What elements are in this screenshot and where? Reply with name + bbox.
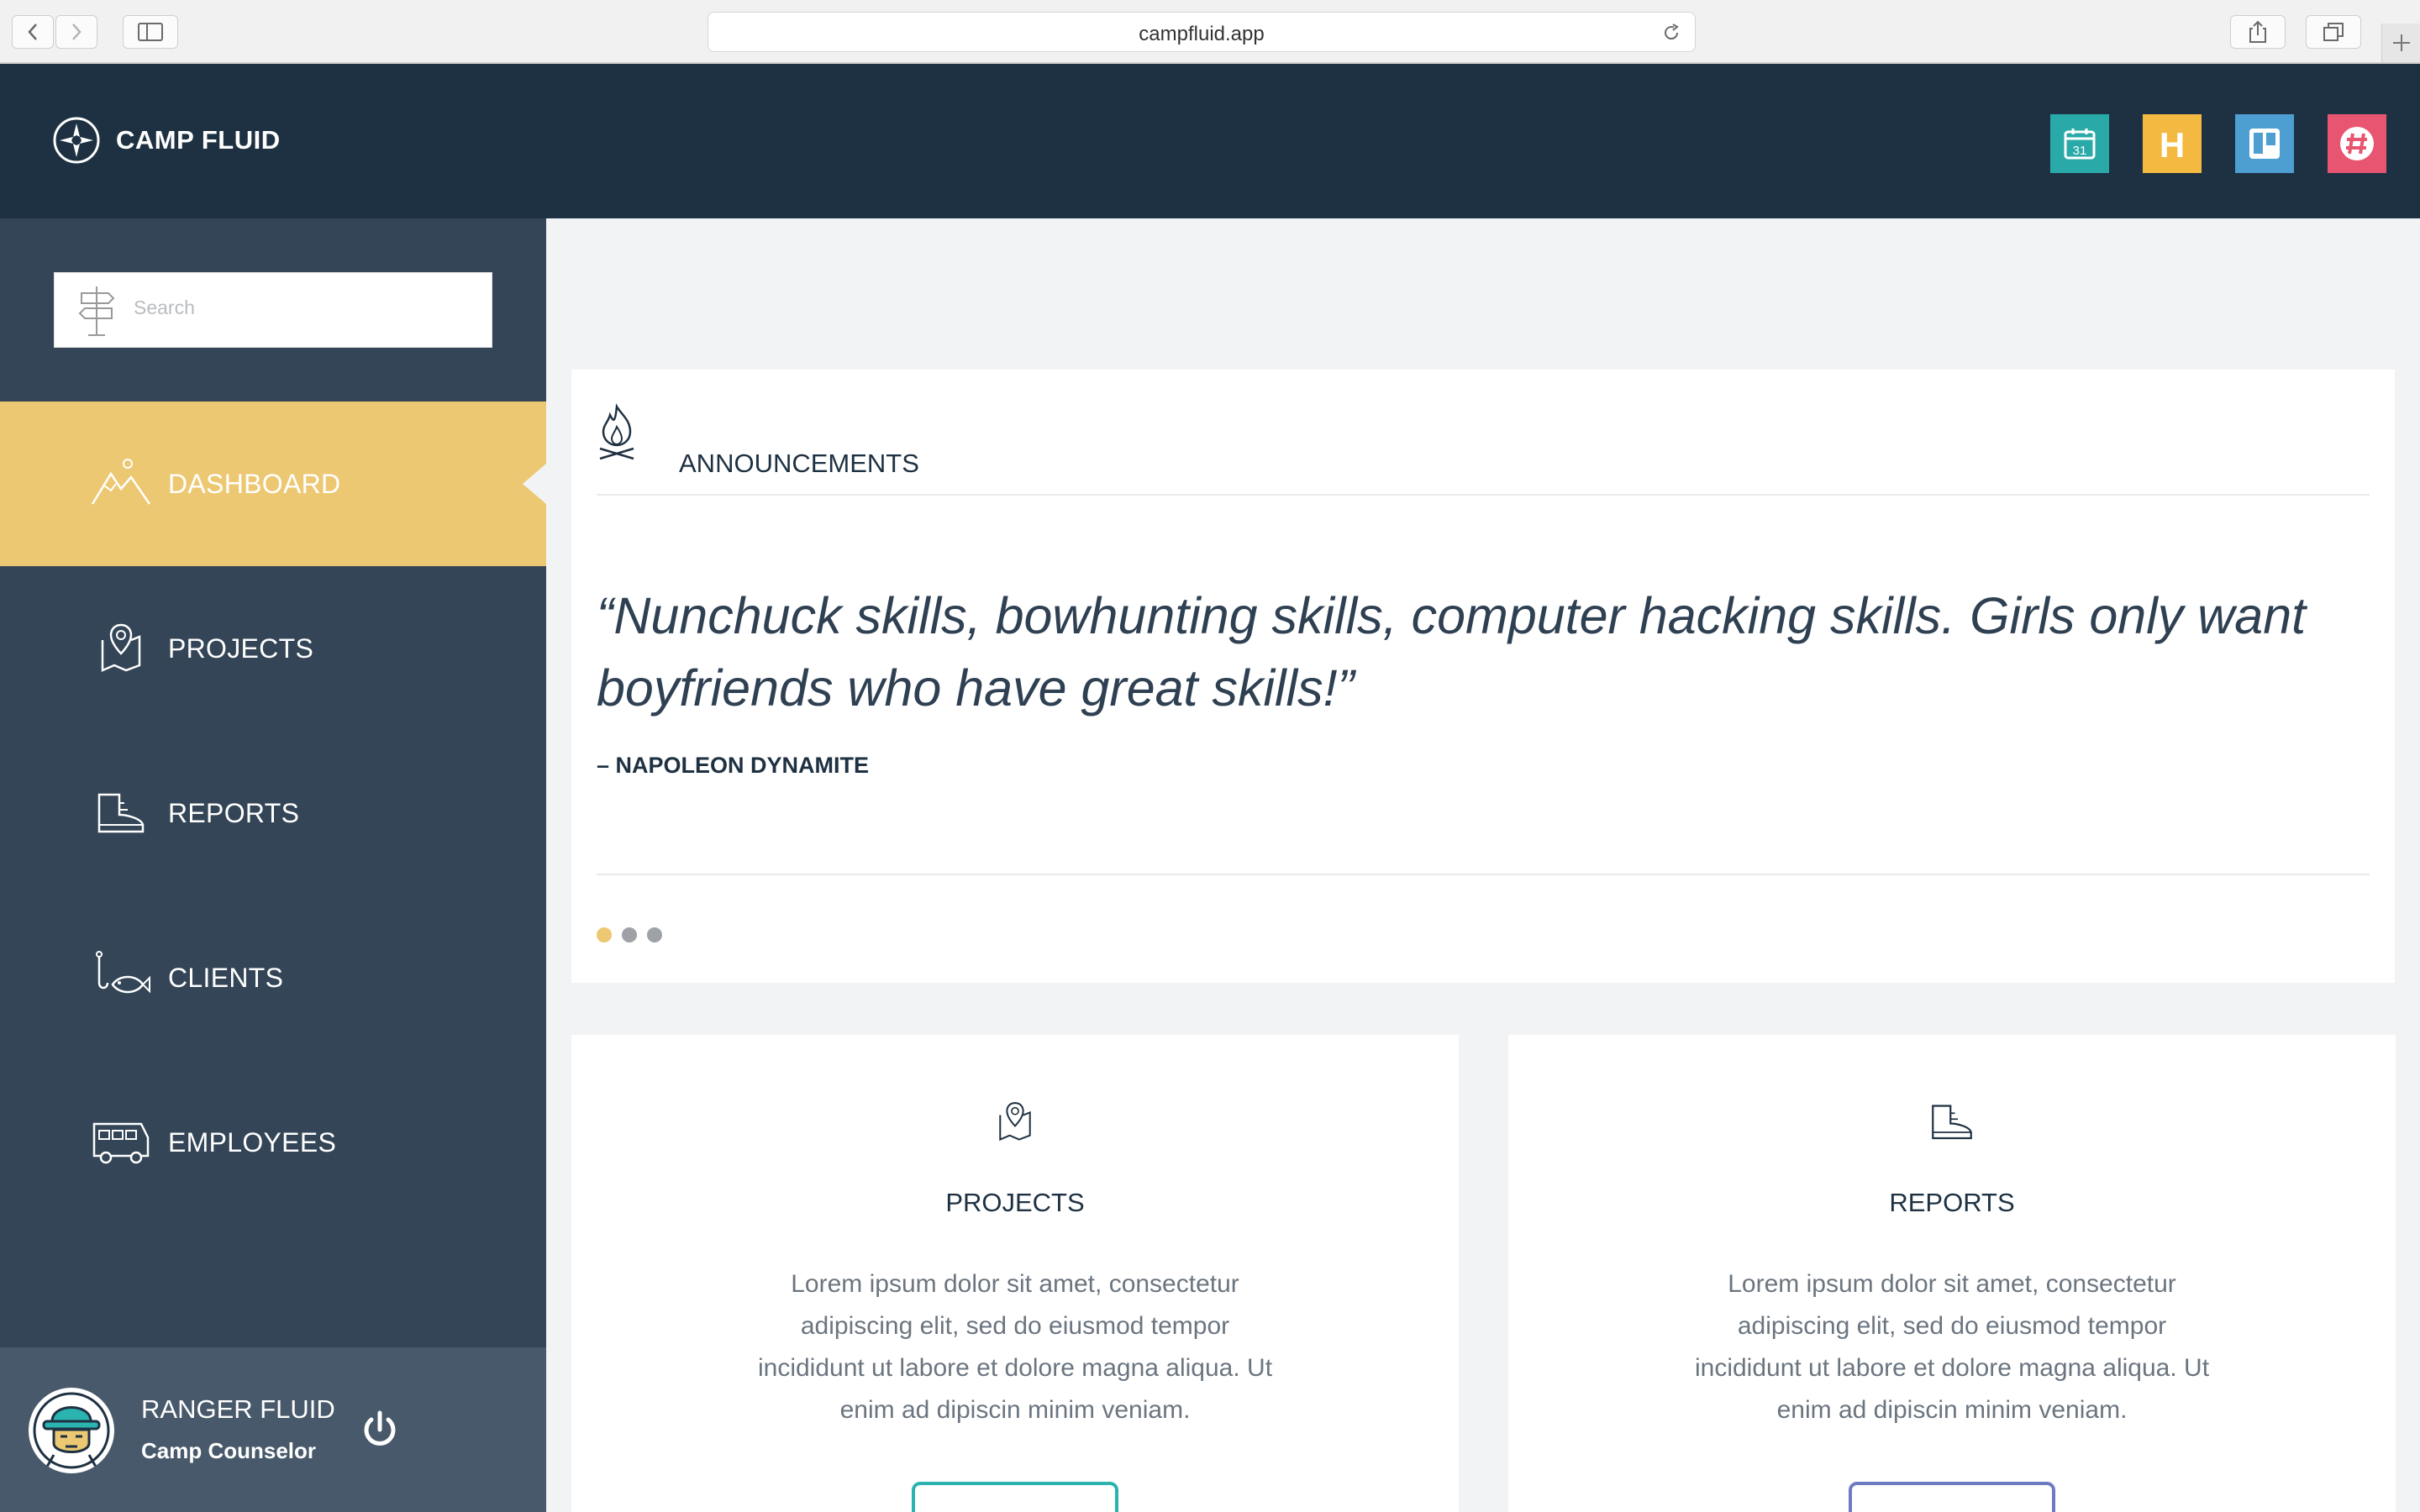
nav-label-dashboard: DASHBOARD (168, 469, 341, 499)
tabs-button[interactable] (2306, 15, 2361, 49)
reports-card: REPORTS Lorem ipsum dolor sit amet, cons… (1508, 1035, 2396, 1512)
address-bar[interactable]: campfluid.app (708, 12, 1696, 52)
user-panel: RANGER FLUID Camp Counselor (0, 1347, 546, 1512)
projects-card: PROJECTS Lorem ipsum dolor sit amet, con… (571, 1035, 1459, 1512)
slack-icon (2340, 127, 2374, 160)
tabs-icon (2323, 23, 2344, 41)
announcements-header: ANNOUNCEMENTS (597, 403, 2370, 496)
map-pin-icon (999, 1102, 1031, 1142)
signpost-icon (78, 286, 115, 336)
url-text: campfluid.app (1139, 23, 1265, 45)
compass-icon (53, 117, 100, 164)
slack-app-button[interactable] (2328, 114, 2386, 173)
nav-item-projects[interactable]: PROJECTS (0, 566, 546, 731)
trello-app-button[interactable] (2235, 114, 2294, 173)
plus-icon (2393, 34, 2410, 51)
nav-label-clients: CLIENTS (168, 963, 284, 993)
brand[interactable]: CAMP FLUID (52, 116, 281, 165)
boot-icon (97, 793, 145, 833)
nav-item-reports[interactable]: REPORTS (0, 731, 546, 895)
camper-van-icon (92, 1122, 150, 1164)
announcement-quote: “Nunchuck skills, bowhunting skills, com… (597, 587, 2307, 717)
ranger-avatar-image (29, 1389, 113, 1473)
back-button[interactable] (12, 15, 54, 49)
user-name: RANGER FLUID (141, 1394, 335, 1424)
carousel-dots (597, 927, 662, 942)
sidebar-toggle-button[interactable] (123, 15, 178, 49)
reload-icon[interactable] (1661, 23, 1681, 43)
harvest-app-button[interactable]: H (2143, 114, 2202, 173)
projects-card-text: Lorem ipsum dolor sit amet, consectetur … (757, 1270, 1273, 1424)
calendar-app-button[interactable]: 31 (2050, 114, 2109, 173)
app-title: CAMP FLUID (116, 125, 281, 155)
fish-hook-icon (96, 951, 150, 994)
share-icon (2249, 20, 2266, 43)
sidebar: DASHBOARD PROJECTS REPORTS CLIENTS EMPLO… (0, 218, 546, 1512)
boot-icon (1932, 1105, 1972, 1140)
add-new-project-button[interactable]: ADD NEW (912, 1482, 1118, 1512)
reports-card-text: Lorem ipsum dolor sit amet, consectetur … (1694, 1270, 2210, 1424)
announcements-title: ANNOUNCEMENTS (679, 449, 919, 478)
carousel-dot-3[interactable] (647, 927, 662, 942)
share-button[interactable] (2230, 15, 2286, 49)
map-pin-icon (101, 623, 141, 672)
forward-icon (72, 24, 82, 40)
nav-item-clients[interactable]: CLIENTS (0, 895, 546, 1060)
search-box[interactable] (54, 272, 492, 348)
ranger-avatar[interactable] (29, 1388, 114, 1473)
harvest-letter: H (2160, 125, 2185, 162)
nav-label-projects: PROJECTS (168, 633, 314, 664)
carousel-dot-2[interactable] (622, 927, 637, 942)
nav-label-reports: REPORTS (168, 798, 300, 828)
browser-toolbar: campfluid.app (0, 0, 2420, 64)
carousel-dot-1[interactable] (597, 927, 612, 942)
harvest-icon: H (2160, 125, 2185, 162)
announcements-card: ANNOUNCEMENTS “Nunchuck skills, bowhunti… (571, 370, 2395, 983)
calendar-day-label: 31 (2073, 144, 2087, 158)
nav-label-employees: EMPLOYEES (168, 1127, 337, 1158)
forward-button[interactable] (55, 15, 97, 49)
calendar-icon: 31 (2064, 129, 2096, 160)
app-header: CAMP FLUID 31 H (0, 64, 2420, 218)
projects-card-title: PROJECTS (945, 1188, 1085, 1217)
divider (597, 874, 2370, 875)
back-icon (28, 24, 37, 40)
sidebar-icon (138, 23, 163, 41)
trello-icon (2249, 129, 2280, 159)
new-tab-button[interactable] (2381, 24, 2420, 62)
add-new-report-button[interactable]: ADD NEW (1849, 1482, 2055, 1512)
power-icon[interactable] (358, 1408, 402, 1452)
campfire-icon (599, 403, 634, 460)
search-input[interactable] (134, 297, 470, 319)
nav-item-employees[interactable]: EMPLOYEES (0, 1060, 546, 1225)
reports-card-title: REPORTS (1889, 1188, 2015, 1217)
nav-item-dashboard[interactable]: DASHBOARD (0, 402, 546, 566)
user-role: Camp Counselor (141, 1438, 317, 1463)
mountains-icon (91, 459, 151, 505)
quote-attribution: – NAPOLEON DYNAMITE (597, 753, 870, 778)
